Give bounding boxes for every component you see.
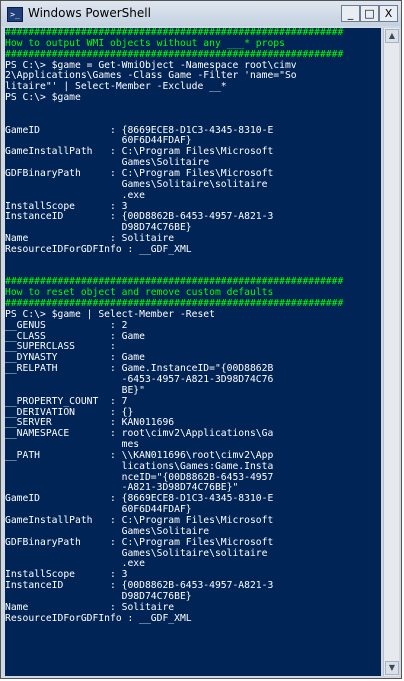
scroll-down-arrow-icon[interactable]: ▼ (385, 661, 399, 675)
powershell-icon: >_ (7, 7, 23, 22)
console-line: Name : Solitaire (5, 601, 175, 613)
powershell-window: >_ Windows PowerShell _ □ X ############… (0, 0, 402, 679)
console-banner-line: ########################################… (5, 48, 344, 60)
console-line: .exe (5, 189, 145, 201)
minimize-button[interactable]: _ (341, 5, 360, 22)
console-line: __PROPERTY_COUNT : 7 (5, 395, 128, 407)
console-line: __GENUS : 2 (5, 319, 128, 331)
console-line: lications\Games:Game.Insta (5, 460, 274, 472)
console-text: ########################################… (5, 28, 381, 676)
window-title: Windows PowerShell (28, 6, 151, 20)
scroll-up-arrow-icon[interactable]: ▲ (385, 29, 399, 43)
close-button[interactable]: X (379, 5, 398, 22)
maximize-button[interactable]: □ (360, 5, 379, 22)
vertical-scrollbar[interactable]: ▲ ▼ (383, 28, 399, 676)
console-output[interactable]: ########################################… (5, 28, 381, 676)
console-line: PS C:\> $game (5, 92, 81, 104)
title-bar[interactable]: >_ Windows PowerShell _ □ X (1, 1, 401, 26)
console-line: ResourceIDForGDFInfo : __GDF_XML (5, 243, 192, 255)
console-line: GDFBinaryPath : C:\Program Files\Microso… (5, 536, 274, 548)
console-line: ResourceIDForGDFInfo : __GDF_XML (5, 612, 192, 624)
